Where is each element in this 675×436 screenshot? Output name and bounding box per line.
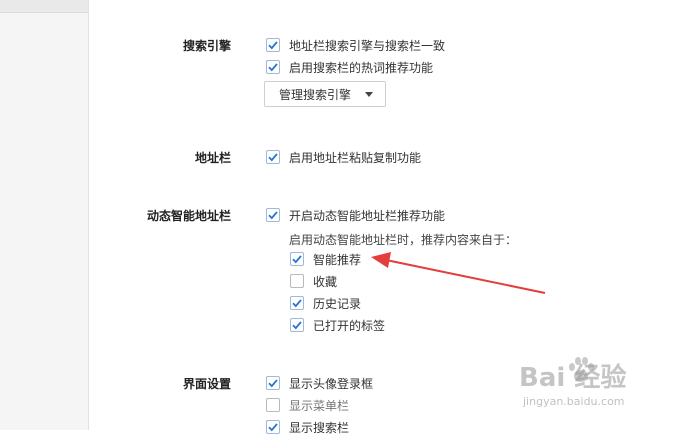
checkbox[interactable] bbox=[290, 252, 304, 266]
watermark-url: jingyan.baidu.com bbox=[523, 395, 625, 408]
smart-source-note: 启用动态智能地址栏时，推荐内容来自于： bbox=[289, 233, 518, 247]
button-label: 管理搜索引擎 bbox=[279, 87, 352, 102]
manage-search-engines-button[interactable]: 管理搜索引擎 bbox=[264, 81, 387, 107]
option-label: 启用地址栏粘贴复制功能 bbox=[289, 150, 422, 165]
check-icon bbox=[292, 321, 302, 330]
source-smart[interactable]: 智能推荐 bbox=[290, 250, 361, 268]
source-open-tabs[interactable]: 已打开的标签 bbox=[290, 316, 385, 334]
baidu-jingyan-watermark: Bai 经验 jingyan.baidu.com bbox=[505, 353, 673, 413]
section-label-search: 搜索引擎 bbox=[182, 39, 231, 53]
option-smart-recommend[interactable]: 开启动态智能地址栏推荐功能 bbox=[266, 206, 445, 224]
checkbox[interactable] bbox=[266, 376, 280, 390]
check-icon bbox=[268, 423, 278, 432]
option-label: 显示头像登录框 bbox=[289, 376, 374, 391]
option-label: 显示搜索栏 bbox=[289, 420, 350, 435]
watermark-logo-text: Bai 经验 bbox=[519, 363, 627, 393]
check-icon bbox=[268, 379, 278, 388]
checkbox[interactable] bbox=[290, 318, 304, 332]
check-icon bbox=[292, 255, 302, 264]
option-hotword[interactable]: 启用搜索栏的热词推荐功能 bbox=[266, 58, 433, 76]
checkbox[interactable] bbox=[290, 296, 304, 310]
option-label: 收藏 bbox=[313, 274, 338, 289]
option-label: 启用搜索栏的热词推荐功能 bbox=[289, 60, 434, 75]
option-label: 智能推荐 bbox=[313, 252, 362, 267]
option-menu-bar[interactable]: 显示菜单栏 bbox=[266, 396, 349, 414]
option-label: 已打开的标签 bbox=[313, 318, 386, 333]
checkbox[interactable] bbox=[266, 420, 280, 434]
checkbox[interactable] bbox=[266, 38, 280, 52]
checkbox[interactable] bbox=[290, 274, 304, 288]
checkbox[interactable] bbox=[266, 208, 280, 222]
option-avatar-login[interactable]: 显示头像登录框 bbox=[266, 374, 373, 392]
option-paste-copy[interactable]: 启用地址栏粘贴复制功能 bbox=[266, 148, 421, 166]
option-label: 开启动态智能地址栏推荐功能 bbox=[289, 208, 446, 223]
section-label-address: 地址栏 bbox=[194, 151, 231, 165]
check-icon bbox=[268, 153, 278, 162]
source-favorites[interactable]: 收藏 bbox=[290, 272, 337, 290]
option-label: 显示菜单栏 bbox=[289, 398, 350, 413]
option-search-bar[interactable]: 显示搜索栏 bbox=[266, 418, 349, 436]
checkbox[interactable] bbox=[266, 150, 280, 164]
option-search-sync[interactable]: 地址栏搜索引擎与搜索栏一致 bbox=[266, 36, 445, 54]
check-icon bbox=[292, 299, 302, 308]
check-icon bbox=[268, 41, 278, 50]
section-label-ui: 界面设置 bbox=[182, 377, 231, 391]
check-icon bbox=[268, 211, 278, 220]
option-label: 历史记录 bbox=[313, 296, 362, 311]
check-icon bbox=[268, 63, 278, 72]
settings-nav-active-item[interactable] bbox=[0, 0, 88, 13]
checkbox[interactable] bbox=[266, 60, 280, 74]
source-history[interactable]: 历史记录 bbox=[290, 294, 361, 312]
settings-nav-panel bbox=[0, 0, 89, 430]
dropdown-caret-icon bbox=[365, 91, 374, 97]
section-label-smart-address: 动态智能地址栏 bbox=[146, 209, 231, 223]
option-label: 地址栏搜索引擎与搜索栏一致 bbox=[289, 38, 446, 53]
checkbox[interactable] bbox=[266, 398, 280, 412]
